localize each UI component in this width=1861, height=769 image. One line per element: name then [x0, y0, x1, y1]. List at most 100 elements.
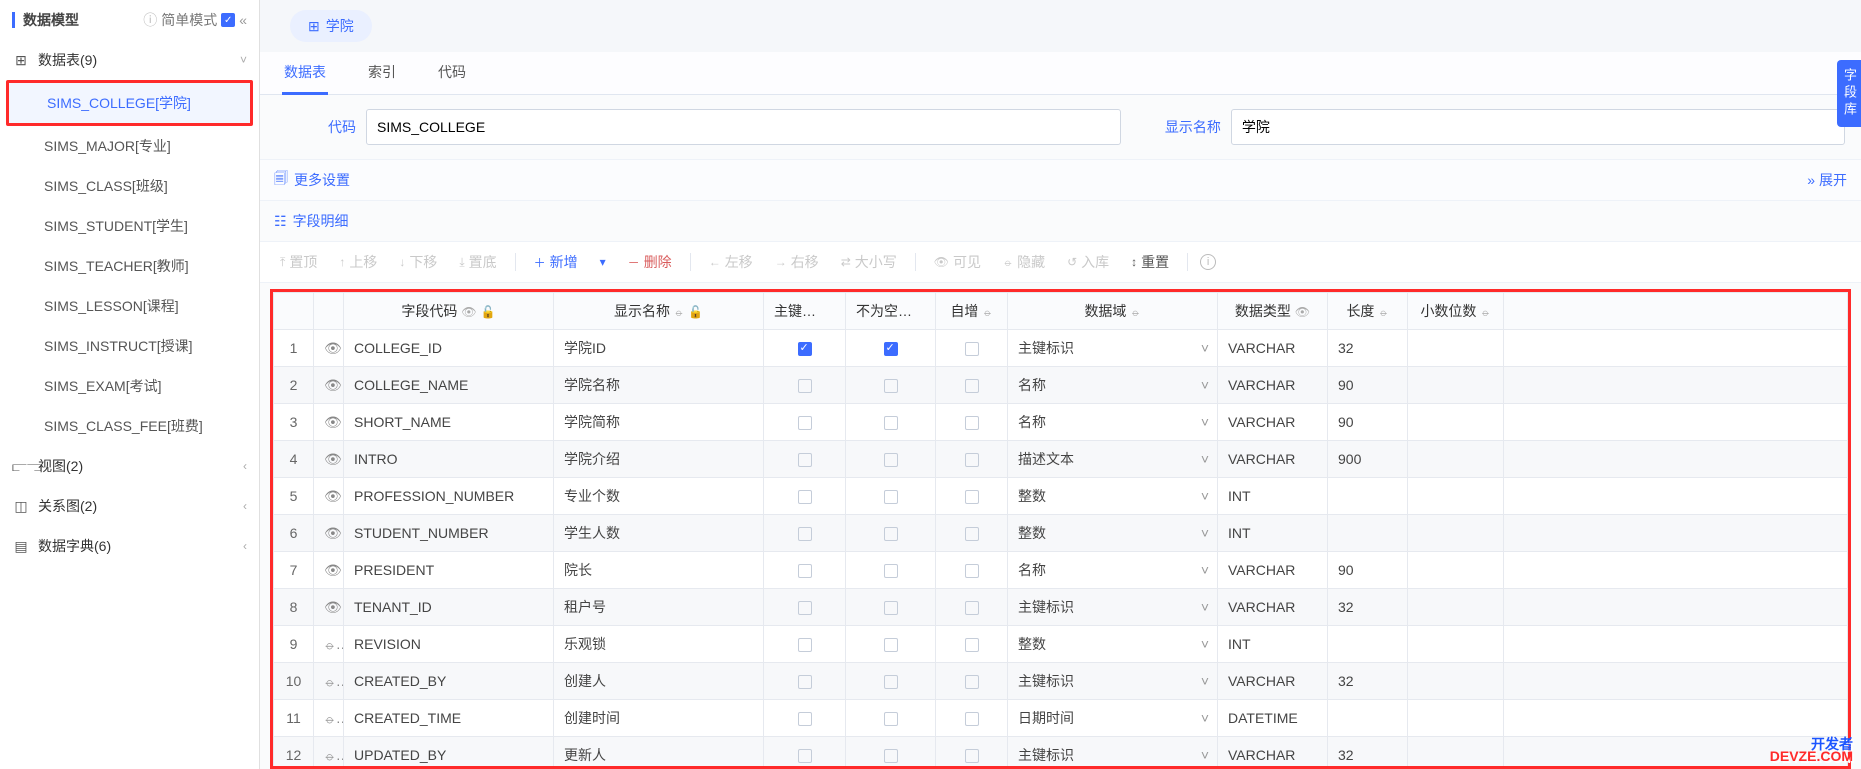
import-button[interactable]: ↺入库 [1057, 248, 1119, 276]
move-bottom-button[interactable]: ⤓置底 [449, 248, 506, 276]
cell-code[interactable]: STUDENT_NUMBER [344, 515, 554, 552]
cell-code[interactable]: PROFESSION_NUMBER [344, 478, 554, 515]
cell-autoinc[interactable] [936, 478, 1008, 515]
cell-domain[interactable]: 名称˅ [1008, 367, 1218, 404]
col-len[interactable]: 长度⦵ [1328, 293, 1408, 330]
table-row[interactable]: 7👁PRESIDENT院长名称˅VARCHAR90 [274, 552, 1848, 589]
cell-autoinc[interactable] [936, 663, 1008, 700]
cell-domain[interactable]: 整数˅ [1008, 515, 1218, 552]
cell-pk[interactable] [764, 478, 846, 515]
cell-pk[interactable] [764, 330, 846, 367]
cell-autoinc[interactable] [936, 330, 1008, 367]
cell-notnull[interactable] [846, 552, 936, 589]
move-left-button[interactable]: ←左移 [699, 248, 763, 276]
cell-code[interactable]: TENANT_ID [344, 589, 554, 626]
cell-code[interactable]: COLLEGE_ID [344, 330, 554, 367]
cell-autoinc[interactable] [936, 441, 1008, 478]
table-row[interactable]: 12⦵UPDATED_BY更新人主键标识˅VARCHAR32 [274, 737, 1848, 769]
cell-dtype[interactable]: VARCHAR [1218, 552, 1328, 589]
cell-dtype[interactable]: DATETIME [1218, 700, 1328, 737]
table-row[interactable]: 4👁INTRO学院介绍描述文本˅VARCHAR900 [274, 441, 1848, 478]
sidebar-item-table[interactable]: SIMS_EXAM[考试] [0, 366, 259, 406]
cell-scale[interactable] [1408, 515, 1504, 552]
cell-dtype[interactable]: VARCHAR [1218, 330, 1328, 367]
cell-pk[interactable] [764, 663, 846, 700]
move-top-button[interactable]: ⤒置顶 [270, 248, 327, 276]
cell-dtype[interactable]: VARCHAR [1218, 663, 1328, 700]
cell-autoinc[interactable] [936, 404, 1008, 441]
cell-notnull[interactable] [846, 441, 936, 478]
cell-scale[interactable] [1408, 626, 1504, 663]
code-input[interactable] [366, 109, 1121, 145]
cell-name[interactable]: 更新人 [554, 737, 764, 769]
table-row[interactable]: 9⦵REVISION乐观锁整数˅INT [274, 626, 1848, 663]
cell-name[interactable]: 学院简称 [554, 404, 764, 441]
cell-scale[interactable] [1408, 330, 1504, 367]
cell-autoinc[interactable] [936, 700, 1008, 737]
cell-pk[interactable] [764, 367, 846, 404]
cell-pk[interactable] [764, 552, 846, 589]
cell-notnull[interactable] [846, 737, 936, 769]
table-row[interactable]: 11⦵CREATED_TIME创建时间日期时间˅DATETIME [274, 700, 1848, 737]
col-pk[interactable]: 主键👁⦵ [764, 293, 846, 330]
cell-autoinc[interactable] [936, 626, 1008, 663]
row-visibility-toggle[interactable]: 👁 [314, 589, 344, 626]
row-visibility-toggle[interactable]: 👁 [314, 552, 344, 589]
sidebar-section-diagram[interactable]: ◫ 关系图(2) ‹ [0, 486, 259, 526]
cell-autoinc[interactable] [936, 552, 1008, 589]
cell-domain[interactable]: 整数˅ [1008, 626, 1218, 663]
col-domain[interactable]: 数据域⦵ [1008, 293, 1218, 330]
entity-breadcrumb[interactable]: ⊞ 学院 [290, 10, 372, 42]
cell-dtype[interactable]: VARCHAR [1218, 404, 1328, 441]
cell-name[interactable]: 创建时间 [554, 700, 764, 737]
table-row[interactable]: 1👁COLLEGE_ID学院ID主键标识˅VARCHAR32 [274, 330, 1848, 367]
cell-scale[interactable] [1408, 404, 1504, 441]
cell-dtype[interactable]: VARCHAR [1218, 589, 1328, 626]
type-tab[interactable]: 索引 [360, 52, 404, 94]
cell-name[interactable]: 学院介绍 [554, 441, 764, 478]
cell-domain[interactable]: 日期时间˅ [1008, 700, 1218, 737]
cell-dtype[interactable]: INT [1218, 478, 1328, 515]
col-scale[interactable]: 小数位数⦵ [1408, 293, 1504, 330]
cell-notnull[interactable] [846, 404, 936, 441]
cell-pk[interactable] [764, 589, 846, 626]
table-row[interactable]: 2👁COLLEGE_NAME学院名称名称˅VARCHAR90 [274, 367, 1848, 404]
cell-code[interactable]: CREATED_TIME [344, 700, 554, 737]
delete-button[interactable]: －删除 [618, 248, 682, 276]
cell-pk[interactable] [764, 737, 846, 769]
cell-code[interactable]: REVISION [344, 626, 554, 663]
col-ai[interactable]: 自增⦵ [936, 293, 1008, 330]
field-library-tab[interactable]: 字段库 [1837, 60, 1861, 127]
cell-domain[interactable]: 名称˅ [1008, 552, 1218, 589]
cell-len[interactable]: 32 [1328, 663, 1408, 700]
cell-name[interactable]: 院长 [554, 552, 764, 589]
cell-name[interactable]: 学生人数 [554, 515, 764, 552]
cell-domain[interactable]: 主键标识˅ [1008, 330, 1218, 367]
cell-scale[interactable] [1408, 367, 1504, 404]
cell-notnull[interactable] [846, 700, 936, 737]
cell-autoinc[interactable] [936, 589, 1008, 626]
type-tab[interactable]: 数据表 [276, 52, 334, 94]
reset-button[interactable]: ↕重置 [1121, 248, 1179, 276]
move-down-button[interactable]: ↓下移 [389, 248, 447, 276]
cell-notnull[interactable] [846, 626, 936, 663]
row-visibility-toggle[interactable]: ⦵ [314, 626, 344, 663]
cell-pk[interactable] [764, 404, 846, 441]
cell-scale[interactable] [1408, 589, 1504, 626]
cell-len[interactable] [1328, 626, 1408, 663]
add-dropdown[interactable]: ▾ [590, 251, 616, 273]
row-visibility-toggle[interactable]: ⦵ [314, 737, 344, 769]
sidebar-item-table[interactable]: SIMS_LESSON[课程] [0, 286, 259, 326]
visible-button[interactable]: 👁可见 [924, 248, 991, 276]
more-settings-bar[interactable]: 🗐 更多设置 » 展开 [260, 159, 1861, 201]
sidebar-item-table[interactable]: SIMS_TEACHER[教师] [0, 246, 259, 286]
cell-scale[interactable] [1408, 700, 1504, 737]
row-visibility-toggle[interactable]: 👁 [314, 478, 344, 515]
cell-dtype[interactable]: VARCHAR [1218, 441, 1328, 478]
cell-code[interactable]: UPDATED_BY [344, 737, 554, 769]
cell-len[interactable]: 90 [1328, 404, 1408, 441]
cell-scale[interactable] [1408, 552, 1504, 589]
table-row[interactable]: 8👁TENANT_ID租户号主键标识˅VARCHAR32 [274, 589, 1848, 626]
sidebar-item-table[interactable]: SIMS_INSTRUCT[授课] [0, 326, 259, 366]
sidebar-section-tables[interactable]: ⊞ 数据表(9) ˅ [0, 40, 259, 80]
